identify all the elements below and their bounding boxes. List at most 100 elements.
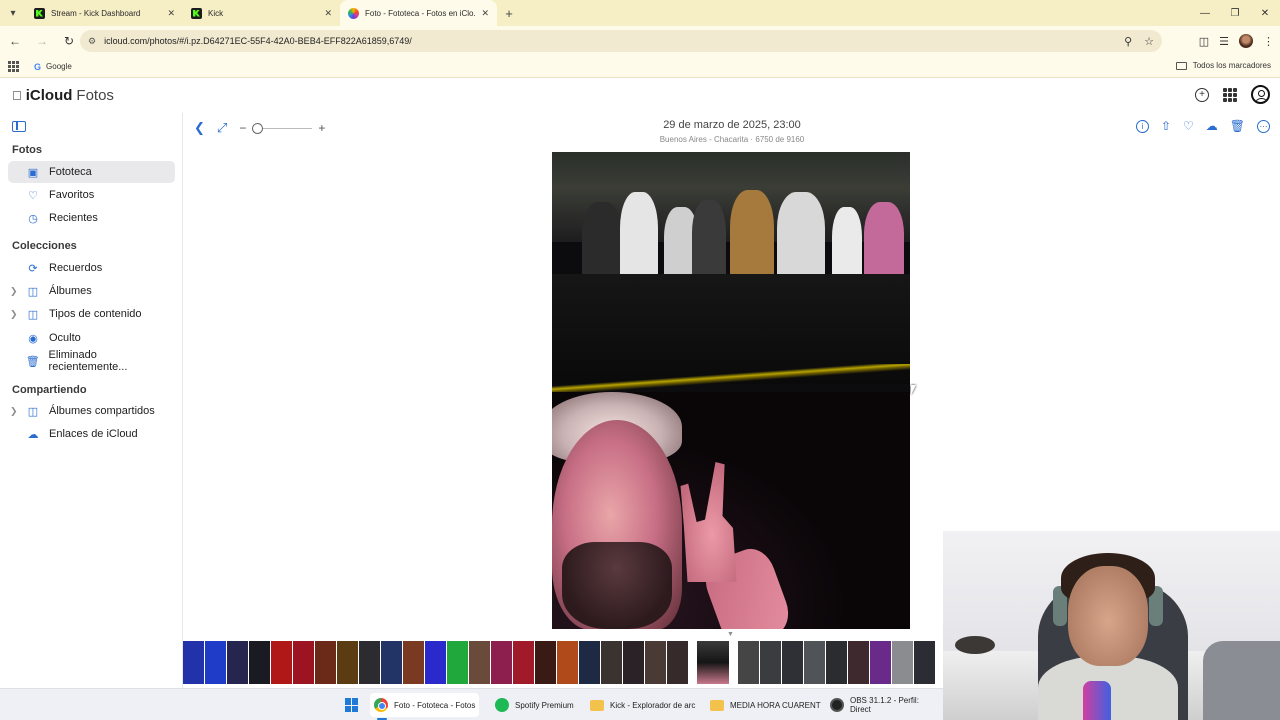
thumbnail[interactable] bbox=[760, 641, 781, 684]
taskbar-explorer-kick[interactable]: Kick - Explorador de arc bbox=[586, 693, 699, 717]
sidebar-item-eliminado[interactable]: 🗑 Eliminado recientemente... bbox=[8, 349, 175, 373]
back-arrow-icon[interactable]: ← bbox=[3, 29, 27, 53]
photos-icon bbox=[348, 7, 359, 19]
thumbnail[interactable] bbox=[579, 641, 600, 684]
thumbnail[interactable] bbox=[826, 641, 847, 684]
menu-kebab-icon[interactable]: ⋮ bbox=[1263, 35, 1274, 48]
thumbnail[interactable] bbox=[425, 641, 446, 684]
sidebar-item-fototeca[interactable]: ▣ Fototeca bbox=[8, 161, 175, 183]
address-bar[interactable]: ⚙ icloud.com/photos/#/i.pz.D64271EC-55F4… bbox=[80, 30, 1162, 52]
thumbnail[interactable] bbox=[870, 641, 891, 684]
thumbnail[interactable] bbox=[535, 641, 556, 684]
reload-icon[interactable]: ↻ bbox=[57, 29, 81, 53]
windows-start-icon[interactable] bbox=[345, 698, 359, 712]
taskbar-obs[interactable]: OBS 31.1.2 - Perfil: Direct bbox=[826, 693, 943, 717]
share-icon[interactable]: ⇧ bbox=[1161, 119, 1171, 133]
download-cloud-icon[interactable]: ☁ bbox=[1206, 119, 1218, 133]
thumbnail[interactable] bbox=[337, 641, 358, 684]
folder-icon bbox=[1175, 61, 1187, 70]
info-icon[interactable]: i bbox=[1135, 119, 1149, 133]
sidebar-item-tipos-de-contenido[interactable]: ❯ ◫ Tipos de contenido bbox=[8, 303, 175, 325]
app-launcher-icon[interactable] bbox=[1223, 87, 1237, 102]
close-tab-icon[interactable]: ✕ bbox=[167, 8, 175, 19]
zoom-icon[interactable]: ⚲ bbox=[1124, 35, 1132, 48]
thumbnail[interactable] bbox=[183, 641, 204, 684]
tab-title: Stream - Kick Dashboard bbox=[51, 8, 141, 18]
all-bookmarks-button[interactable]: Todos los marcadores bbox=[1175, 61, 1271, 70]
thumbnail[interactable] bbox=[645, 641, 666, 684]
tab-kick[interactable]: Kick ✕ bbox=[183, 0, 340, 26]
extensions-icon[interactable]: ◫ bbox=[1199, 35, 1209, 48]
thumbnail[interactable] bbox=[293, 641, 314, 684]
favorite-heart-icon[interactable]: ♡ bbox=[1183, 119, 1194, 133]
account-icon[interactable] bbox=[1251, 85, 1270, 104]
delete-trash-icon[interactable]: 🗑 bbox=[1230, 119, 1245, 133]
add-icon[interactable]: + bbox=[1195, 87, 1209, 102]
thumbnail[interactable] bbox=[447, 641, 468, 684]
tab-search-chevron-icon[interactable]: ▾ bbox=[0, 0, 26, 26]
sidebar-item-recuerdos[interactable]: ⟳ Recuerdos bbox=[8, 257, 175, 279]
thumbnail[interactable] bbox=[892, 641, 913, 684]
thumbnail[interactable] bbox=[205, 641, 226, 684]
chevron-right-icon[interactable]: ❯ bbox=[10, 309, 18, 320]
tab-kick-dashboard[interactable]: Stream - Kick Dashboard ✕ bbox=[26, 0, 183, 26]
browser-tabstrip: ▾ Stream - Kick Dashboard ✕ Kick ✕ Foto … bbox=[0, 0, 1280, 26]
icloud-logo[interactable]:  iCloud Fotos bbox=[12, 87, 114, 104]
thumbnail-selected[interactable] bbox=[695, 641, 731, 684]
thumbnail[interactable] bbox=[403, 641, 424, 684]
restore-icon[interactable]: ❐ bbox=[1220, 0, 1250, 26]
more-icon[interactable]: ⋯ bbox=[1257, 119, 1270, 133]
main-photo[interactable] bbox=[552, 152, 910, 629]
taskbar-explorer-media[interactable]: MEDIA HORA CUARENT bbox=[706, 693, 825, 717]
sidebar-item-label: Recuerdos bbox=[49, 262, 103, 274]
sidebar-item-favoritos[interactable]: ♡ Favoritos bbox=[8, 184, 175, 206]
chevron-right-icon[interactable]: ❯ bbox=[10, 286, 18, 297]
sidebar-item-albumes-compartidos[interactable]: ❯ ◫ Álbumes compartidos bbox=[8, 400, 175, 422]
taskbar-label: Kick - Explorador de arc bbox=[610, 700, 696, 710]
thumbnail[interactable] bbox=[914, 641, 935, 684]
new-tab-button[interactable]: + bbox=[497, 0, 521, 26]
sidebar-item-enlaces-icloud[interactable]: ☁ Enlaces de iCloud bbox=[8, 423, 175, 445]
thumbnail[interactable] bbox=[315, 641, 336, 684]
forward-arrow-icon[interactable]: → bbox=[30, 29, 54, 53]
close-tab-icon[interactable]: ✕ bbox=[324, 8, 332, 19]
webcam-overlay bbox=[943, 531, 1280, 720]
thumbnail[interactable] bbox=[227, 641, 248, 684]
thumbnail[interactable] bbox=[271, 641, 292, 684]
sidebar-item-recientes[interactable]: ◷ Recientes bbox=[8, 207, 175, 229]
thumbnail[interactable] bbox=[469, 641, 490, 684]
taskbar-chrome[interactable]: Foto - Fototeca - Fotos bbox=[370, 693, 480, 717]
sidebar-item-oculto[interactable]: ◉ Oculto bbox=[8, 327, 175, 349]
thumbnail[interactable] bbox=[782, 641, 803, 684]
close-tab-icon[interactable]: ✕ bbox=[481, 8, 489, 19]
minimize-icon[interactable]: — bbox=[1190, 0, 1220, 26]
tab-icloud-photos[interactable]: Foto - Fototeca - Fotos en iClo... ✕ bbox=[340, 0, 497, 26]
thumbnail[interactable] bbox=[491, 641, 512, 684]
thumbnail[interactable] bbox=[381, 641, 402, 684]
section-colecciones: Colecciones bbox=[12, 240, 77, 252]
thumbnail[interactable] bbox=[359, 641, 380, 684]
thumbnail[interactable] bbox=[557, 641, 578, 684]
thumbnail[interactable] bbox=[667, 641, 688, 684]
thumbnail[interactable] bbox=[513, 641, 534, 684]
site-info-icon[interactable]: ⚙ bbox=[88, 36, 96, 47]
thumbnail[interactable] bbox=[738, 641, 759, 684]
sidebar-toggle-icon[interactable] bbox=[12, 121, 26, 132]
current-position-marker-icon: ▼ bbox=[727, 631, 734, 638]
thumbnail[interactable] bbox=[623, 641, 644, 684]
sidebar-item-albumes[interactable]: ❯ ◫ Álbumes bbox=[8, 280, 175, 302]
kick-icon bbox=[191, 7, 202, 19]
sidebar-item-label: Fototeca bbox=[49, 166, 92, 178]
thumbnail[interactable] bbox=[601, 641, 622, 684]
bookmark-google[interactable]: Google bbox=[46, 62, 72, 71]
profile-avatar[interactable] bbox=[1239, 34, 1253, 48]
media-controls-icon[interactable]: ☰ bbox=[1219, 35, 1229, 48]
thumbnail[interactable] bbox=[848, 641, 869, 684]
thumbnail[interactable] bbox=[804, 641, 825, 684]
close-window-icon[interactable]: ✕ bbox=[1250, 0, 1280, 26]
bookmark-star-icon[interactable]: ☆ bbox=[1144, 35, 1154, 48]
apps-grid-icon[interactable] bbox=[8, 60, 20, 73]
thumbnail[interactable] bbox=[249, 641, 270, 684]
chevron-right-icon[interactable]: ❯ bbox=[10, 406, 18, 417]
taskbar-spotify[interactable]: Spotify Premium bbox=[491, 693, 578, 717]
